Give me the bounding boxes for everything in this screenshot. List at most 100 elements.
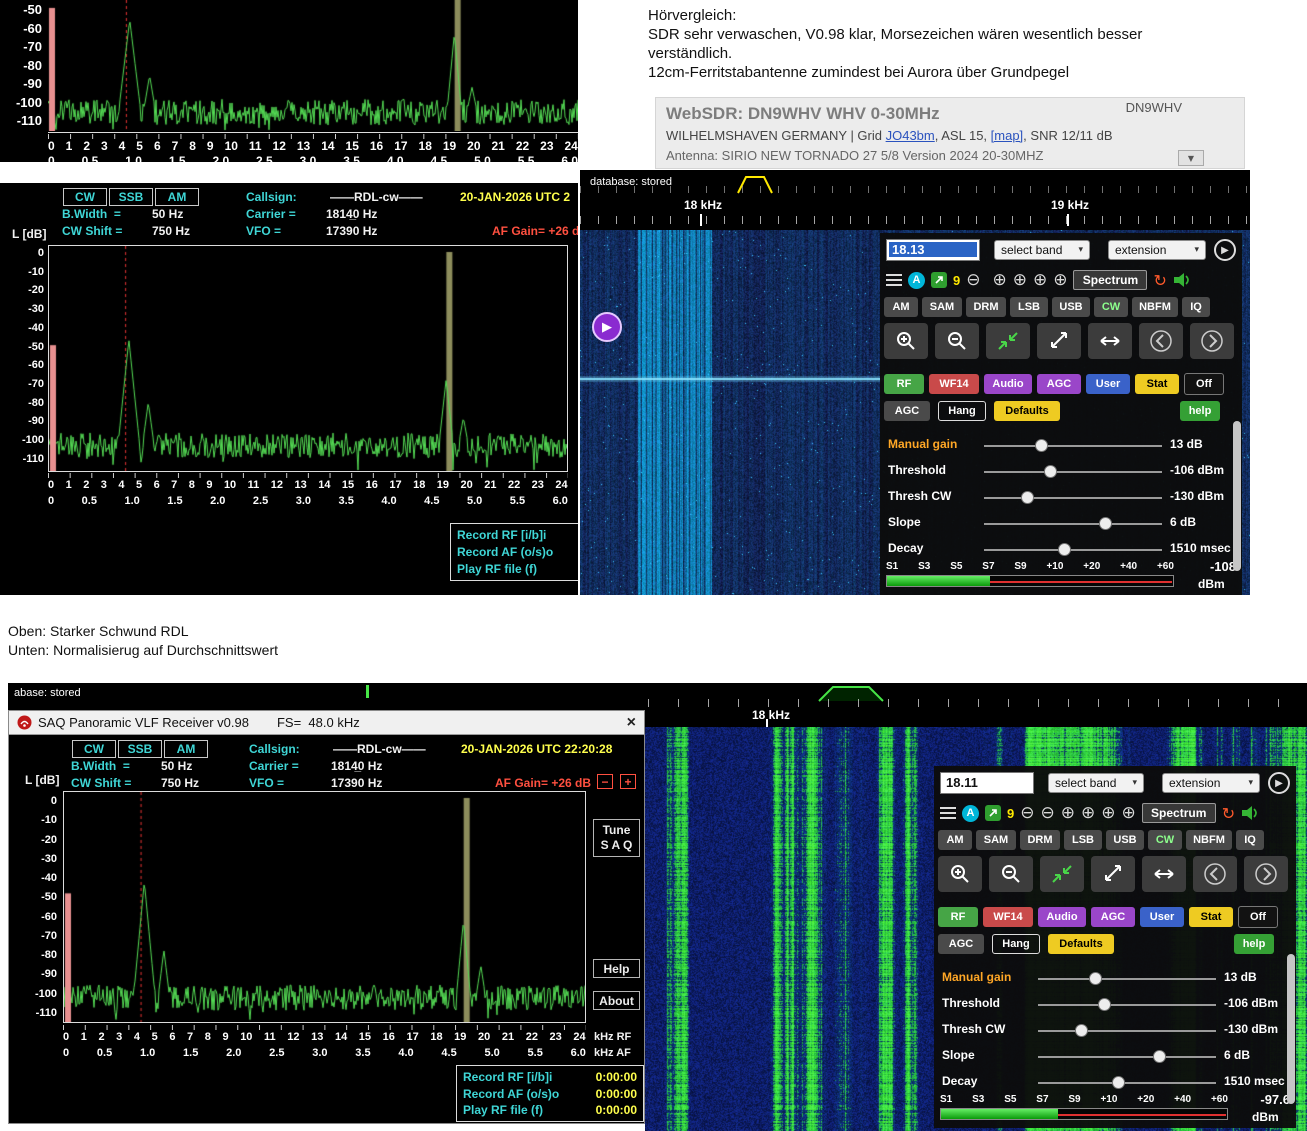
zoom-in-band-icon[interactable]: ⊕ [1081,805,1095,822]
slider-thumb[interactable] [1098,998,1111,1011]
mode-sam[interactable]: SAM [922,297,962,317]
mode-cw[interactable]: CW [1094,297,1128,317]
tab-rf[interactable]: RF [884,374,924,394]
af-gain-minus-button[interactable]: − [597,774,613,789]
shift-right-icon[interactable] [1244,856,1288,892]
tab-user[interactable]: User [1086,374,1130,394]
record-af-row[interactable]: Record AF (o/s)o0:00:00 [457,545,578,559]
tab-agc[interactable]: AGC [1037,374,1081,394]
slope-slider[interactable] [984,515,1162,533]
mode-am[interactable]: AM [884,297,918,317]
mode-cw[interactable]: CW [1148,830,1182,850]
hang-button[interactable]: Hang [992,934,1040,954]
panel-scrollbar[interactable] [1233,421,1241,571]
slider-thumb[interactable] [1089,972,1102,985]
frequency-input[interactable]: 18.11 [940,772,1034,794]
page-scroll-icon[interactable] [1142,856,1186,892]
slope-slider[interactable] [1038,1048,1216,1066]
zoom-out-max-icon[interactable]: ⊖ [1040,805,1054,822]
zoom-in-max-icon[interactable]: ⊕ [1121,805,1135,822]
tab-stat[interactable]: Stat [1135,374,1179,394]
tab-off[interactable]: Off [1238,906,1278,928]
window-titlebar[interactable]: SAQ Panoramic VLF Receiver v0.98 FS= 48.… [9,711,644,735]
slider-thumb[interactable] [1075,1024,1088,1037]
tab-stat[interactable]: Stat [1189,907,1233,927]
zoom-in-tool[interactable] [884,323,928,359]
zoom-in-pb-icon[interactable]: ⊕ [1101,805,1115,822]
slider-thumb[interactable] [1099,517,1112,530]
mode-lsb[interactable]: LSB [1010,297,1048,317]
thresh-cw-slider[interactable] [1038,1022,1216,1040]
close-button[interactable]: × [627,714,636,732]
help-button[interactable]: help [1234,934,1274,954]
mode-nbfm[interactable]: NBFM [1186,830,1232,850]
band-select[interactable]: select band▾ [1048,773,1144,793]
play-rf-row[interactable]: Play RF file (f)0:00:00 [463,1103,637,1117]
manual-gain-slider[interactable] [1038,970,1216,988]
manual-gain-slider[interactable] [984,437,1162,455]
speaker-icon[interactable] [1173,272,1191,288]
refresh-icon[interactable]: ↻ [1153,271,1166,290]
extension-select[interactable]: extension▾ [1108,240,1206,260]
frequency-scale-bar[interactable]: database: stored 18 kHz 19 kHz [580,170,1250,230]
am-mode-button[interactable]: AM [164,740,208,758]
tune-saq-button[interactable]: Tune S A Q [593,819,640,857]
band-select[interactable]: select band▾ [994,240,1090,260]
record-af-row[interactable]: Record AF (o/s)o0:00:00 [463,1087,637,1101]
autoscale-button[interactable]: A [908,272,925,289]
slider-thumb[interactable] [1112,1076,1125,1089]
slider-thumb[interactable] [1021,491,1034,504]
thresh-cw-slider[interactable] [984,489,1162,507]
tune-step-button[interactable]: ▶ [1268,772,1290,794]
spectrum-toggle-button[interactable]: Spectrum [1073,270,1147,290]
grid-link[interactable]: JO43bm [886,128,935,143]
af-gain-plus-button[interactable]: + [620,774,636,789]
zoom-to-passband-icon[interactable] [1040,856,1084,892]
zoom-out-max-icon[interactable] [1037,323,1081,359]
mode-sam[interactable]: SAM [976,830,1016,850]
shift-left-icon[interactable] [1139,323,1183,359]
autoscale-button[interactable]: A [962,805,979,822]
agc-button[interactable]: AGC [938,934,984,954]
map-link[interactable]: [map] [991,128,1024,143]
shift-right-icon[interactable] [1190,323,1234,359]
refresh-icon[interactable]: ↻ [1222,804,1235,823]
defaults-button[interactable]: Defaults [994,401,1060,421]
about-button[interactable]: About [593,991,640,1010]
mode-drm[interactable]: DRM [1020,830,1060,850]
open-link-icon[interactable] [931,272,947,288]
play-rf-row[interactable]: Play RF file (f)0:00:00 [457,562,578,576]
am-mode-button[interactable]: AM [155,188,199,206]
record-controls[interactable]: Record RF [i/b]i0:00:00 Record AF (o/s)o… [456,1065,644,1122]
record-controls[interactable]: Record RF [i/b]i0:00:00 Record AF (o/s)o… [450,523,578,581]
zoom-to-passband-icon[interactable] [986,323,1030,359]
record-rf-row[interactable]: Record RF [i/b]i0:00:00 [463,1070,637,1084]
threshold-slider[interactable] [984,463,1162,481]
cw-mode-button[interactable]: CW [63,188,107,206]
menu-icon[interactable] [940,807,956,819]
cw-mode-button[interactable]: CW [72,740,116,758]
decay-slider[interactable] [1038,1074,1216,1092]
open-link-icon[interactable] [985,805,1001,821]
zoom-in-max-icon[interactable]: ⊕ [1053,272,1067,289]
slider-thumb[interactable] [1058,543,1071,556]
ssb-mode-button[interactable]: SSB [109,188,153,206]
scroll-down-button[interactable]: ▼ [1178,150,1204,166]
zoom-out-tool[interactable] [935,323,979,359]
tune-step-button[interactable]: ▶ [1214,239,1236,261]
tab-off[interactable]: Off [1184,373,1224,395]
audio-start-button[interactable]: ▶ [592,312,622,342]
mode-iq[interactable]: IQ [1236,830,1264,850]
zoom-in-band-icon[interactable]: ⊕ [1013,272,1027,289]
mode-nbfm[interactable]: NBFM [1132,297,1178,317]
zoom-out-icon[interactable]: ⊖ [966,272,980,289]
ssb-mode-button[interactable]: SSB [118,740,162,758]
record-rf-row[interactable]: Record RF [i/b]i0:00:00 [457,528,578,542]
zoom-out-max-icon[interactable] [1091,856,1135,892]
zoom-out-tool[interactable] [989,856,1033,892]
tab-user[interactable]: User [1140,907,1184,927]
tab-agc[interactable]: AGC [1091,907,1135,927]
tab-wf[interactable]: WF14 [929,374,979,394]
spectrum-toggle-button[interactable]: Spectrum [1142,803,1216,823]
zoom-in-icon[interactable]: ⊕ [1061,805,1075,822]
